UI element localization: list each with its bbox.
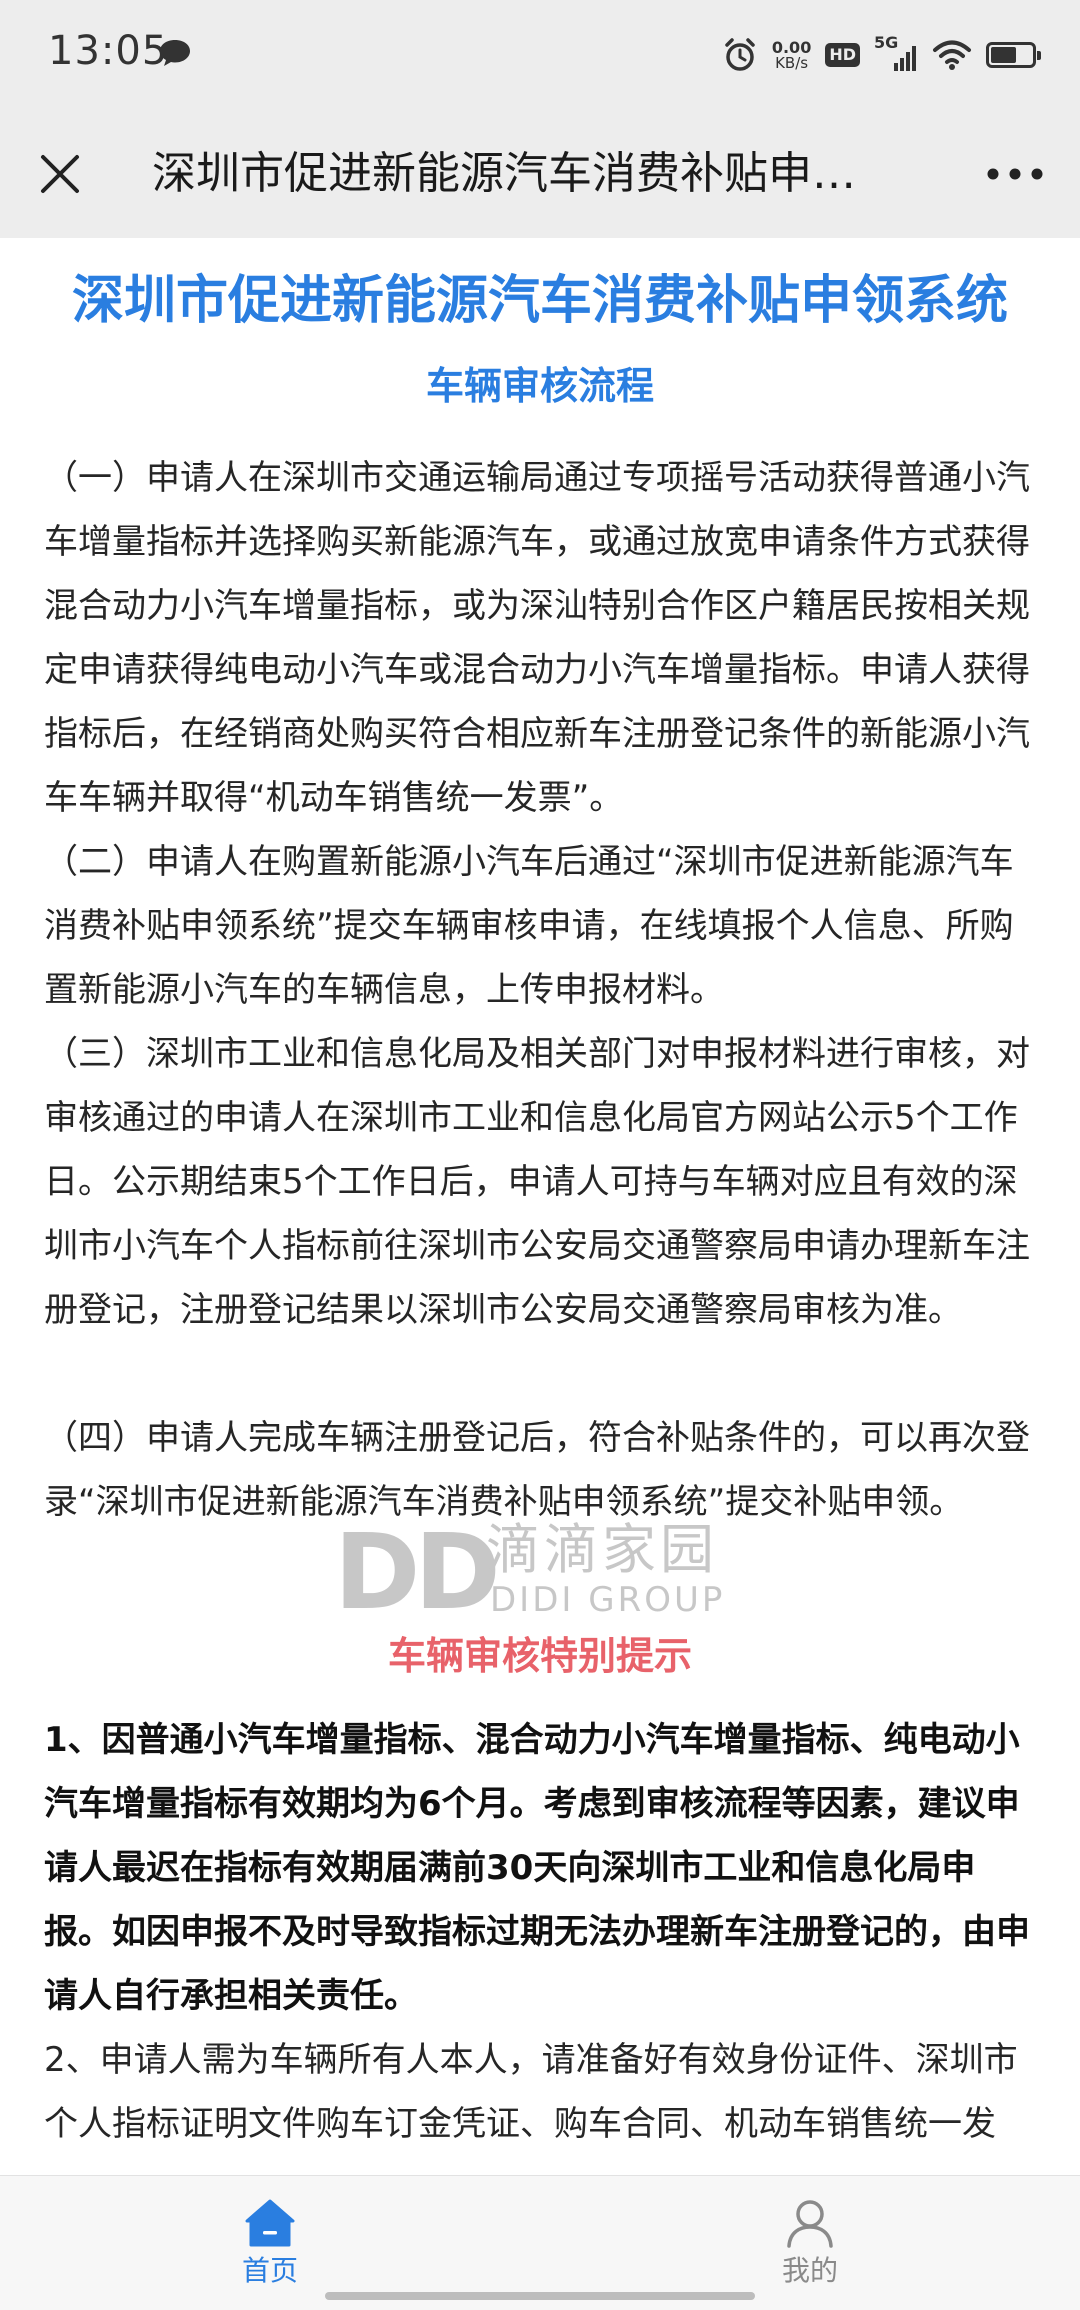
net-speed-unit: KB/s (775, 53, 809, 72)
battery-fill (991, 47, 1016, 63)
status-icons: 0.00 KB/s HD 5G (722, 30, 1041, 80)
tab-home-label: 首页 (241, 2254, 298, 2287)
more-icon (987, 168, 1043, 180)
tab-bar: 首页 我的 (0, 2175, 1080, 2310)
tab-mine-label: 我的 (781, 2254, 838, 2287)
signal-icon: 5G (874, 33, 918, 73)
close-button[interactable] (28, 142, 92, 206)
special-note-2: 2、申请人需为车辆所有人本人，请准备好有效身份证件、深圳市个人指标证明文件购车订… (44, 2040, 1018, 2144)
special-note-1: 1、因普通小汽车增量指标、混合动力小汽车增量指标、纯电动小汽车增量指标有效期均为… (44, 1720, 1030, 2016)
close-icon (41, 155, 79, 193)
message-icon (160, 40, 190, 66)
net-speed: 0.00 KB/s (772, 39, 811, 72)
tab-home[interactable]: 首页 (170, 2198, 370, 2288)
watermark-dd: DD (334, 1511, 501, 1633)
watermark-cn: 滴滴家园 (486, 1518, 718, 1581)
status-time: 13:05 (48, 28, 169, 74)
page-title: 深圳市促进新能源汽车消费补贴申领系统 (71, 271, 1008, 331)
watermark-en: DIDI GROUP (490, 1580, 726, 1620)
process-step-1: （一）申请人在深圳市交通运输局通过专项摇号活动获得普通小汽车增量指标并选择购买新… (44, 458, 1030, 818)
home-icon (245, 2199, 295, 2247)
hd-badge: HD (825, 43, 860, 67)
wifi-icon (933, 40, 971, 70)
section-title-process: 车辆审核流程 (425, 364, 654, 408)
home-indicator[interactable] (325, 2292, 755, 2300)
app-screen: 13:05 0.00 KB/s HD 5G 深圳市促进新能源汽车消费补贴申… 深… (0, 0, 1080, 2310)
process-step-2: （二）申请人在购置新能源小汽车后通过“深圳市促进新能源汽车消费补贴申领系统”提交… (44, 842, 1014, 1010)
alarm-icon (725, 38, 755, 71)
process-step-3: （三）深圳市工业和信息化局及相关部门对申报材料进行审核，对审核通过的申请人在深圳… (44, 1034, 1030, 1330)
battery-icon (986, 42, 1041, 68)
watermark-logo: DD 滴滴家园 DIDI GROUP (334, 1520, 754, 1630)
content-area[interactable]: 深圳市促进新能源汽车消费补贴申领系统 车辆审核流程 （一）申请人在深圳市交通运输… (0, 238, 1080, 2175)
status-bar: 13:05 0.00 KB/s HD 5G (0, 0, 1080, 110)
section-title-special: 车辆审核特别提示 (387, 1634, 692, 1678)
user-icon (787, 2200, 833, 2248)
tab-mine[interactable]: 我的 (710, 2198, 910, 2288)
process-step-4: （四）申请人完成车辆注册登记后，符合补贴条件的，可以再次登录“深圳市促进新能源汽… (44, 1418, 1030, 1522)
nav-title: 深圳市促进新能源汽车消费补贴申… (152, 148, 856, 199)
more-button[interactable] (980, 142, 1050, 206)
nav-bar: 深圳市促进新能源汽车消费补贴申… (0, 110, 1080, 238)
